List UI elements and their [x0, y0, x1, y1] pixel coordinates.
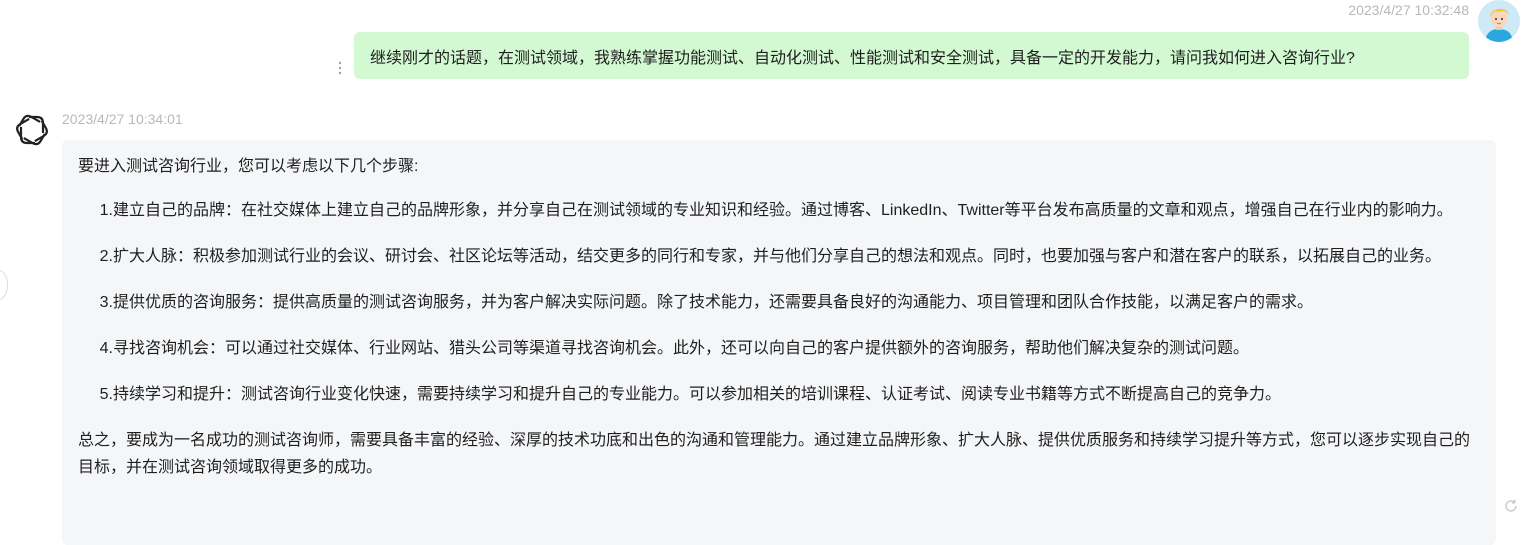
- bot-message-bubble: 要进入测试咨询行业，您可以考虑以下几个步骤: 1. 建立自己的品牌：在社交媒体上…: [62, 140, 1496, 545]
- list-item: 5. 持续学习和提升：测试咨询行业变化快速，需要持续学习和提升自己的专业能力。可…: [78, 381, 1480, 408]
- step-number: 3.: [99, 294, 113, 311]
- step-text: 建立自己的品牌：在社交媒体上建立自己的品牌形象，并分享自己在测试领域的专业知识和…: [113, 202, 1453, 219]
- user-message-timestamp: 2023/4/27 10:32:48: [1348, 2, 1469, 18]
- step-text: 持续学习和提升：测试咨询行业变化快速，需要持续学习和提升自己的专业能力。可以参加…: [113, 386, 1282, 403]
- user-message-bubble: 继续刚才的话题，在测试领域，我熟练掌握功能测试、自动化测试、性能测试和安全测试，…: [354, 32, 1469, 79]
- refresh-icon: [1505, 499, 1517, 512]
- steps-list: 1. 建立自己的品牌：在社交媒体上建立自己的品牌形象，并分享自己在测试领域的专业…: [78, 197, 1480, 408]
- user-avatar[interactable]: [1478, 0, 1520, 42]
- list-item: 4. 寻找咨询机会：可以通过社交媒体、行业网站、猎头公司等渠道寻找咨询机会。此外…: [78, 335, 1480, 362]
- bot-message-timestamp: 2023/4/27 10:34:01: [62, 111, 183, 127]
- openai-logo-icon: [16, 114, 48, 146]
- list-item: 1. 建立自己的品牌：在社交媒体上建立自己的品牌形象，并分享自己在测试领域的专业…: [78, 197, 1480, 224]
- bot-intro-text: 要进入测试咨询行业，您可以考虑以下几个步骤:: [78, 158, 419, 175]
- user-avatar-icon: [1478, 0, 1520, 42]
- list-item: 3. 提供优质的咨询服务：提供高质量的测试咨询服务，并为客户解决实际问题。除了技…: [78, 289, 1480, 316]
- step-number: 5.: [99, 386, 113, 403]
- bot-avatar: [13, 111, 51, 149]
- bot-summary-text: 总之，要成为一名成功的测试咨询师，需要具备丰富的经验、深厚的技术功底和出色的沟通…: [78, 432, 1471, 476]
- user-message-text: 继续刚才的话题，在测试领域，我熟练掌握功能测试、自动化测试、性能测试和安全测试，…: [370, 49, 1355, 67]
- step-number: 2.: [99, 248, 113, 265]
- more-options-button[interactable]: [334, 60, 346, 82]
- step-number: 1.: [99, 202, 113, 219]
- step-text: 提供优质的咨询服务：提供高质量的测试咨询服务，并为客户解决实际问题。除了技术能力…: [113, 294, 1314, 311]
- more-vertical-icon: [338, 61, 342, 75]
- list-item: 2. 扩大人脉：积极参加测试行业的会议、研讨会、社区论坛等活动，结交更多的同行和…: [78, 243, 1480, 270]
- step-number: 4.: [99, 340, 113, 357]
- regenerate-button[interactable]: [1503, 498, 1519, 514]
- step-text: 寻找咨询机会：可以通过社交媒体、行业网站、猎头公司等渠道寻找咨询机会。此外，还可…: [113, 340, 1250, 357]
- step-text: 扩大人脉：积极参加测试行业的会议、研讨会、社区论坛等活动，结交更多的同行和专家，…: [113, 248, 1442, 265]
- side-collapse-handle[interactable]: [0, 270, 8, 300]
